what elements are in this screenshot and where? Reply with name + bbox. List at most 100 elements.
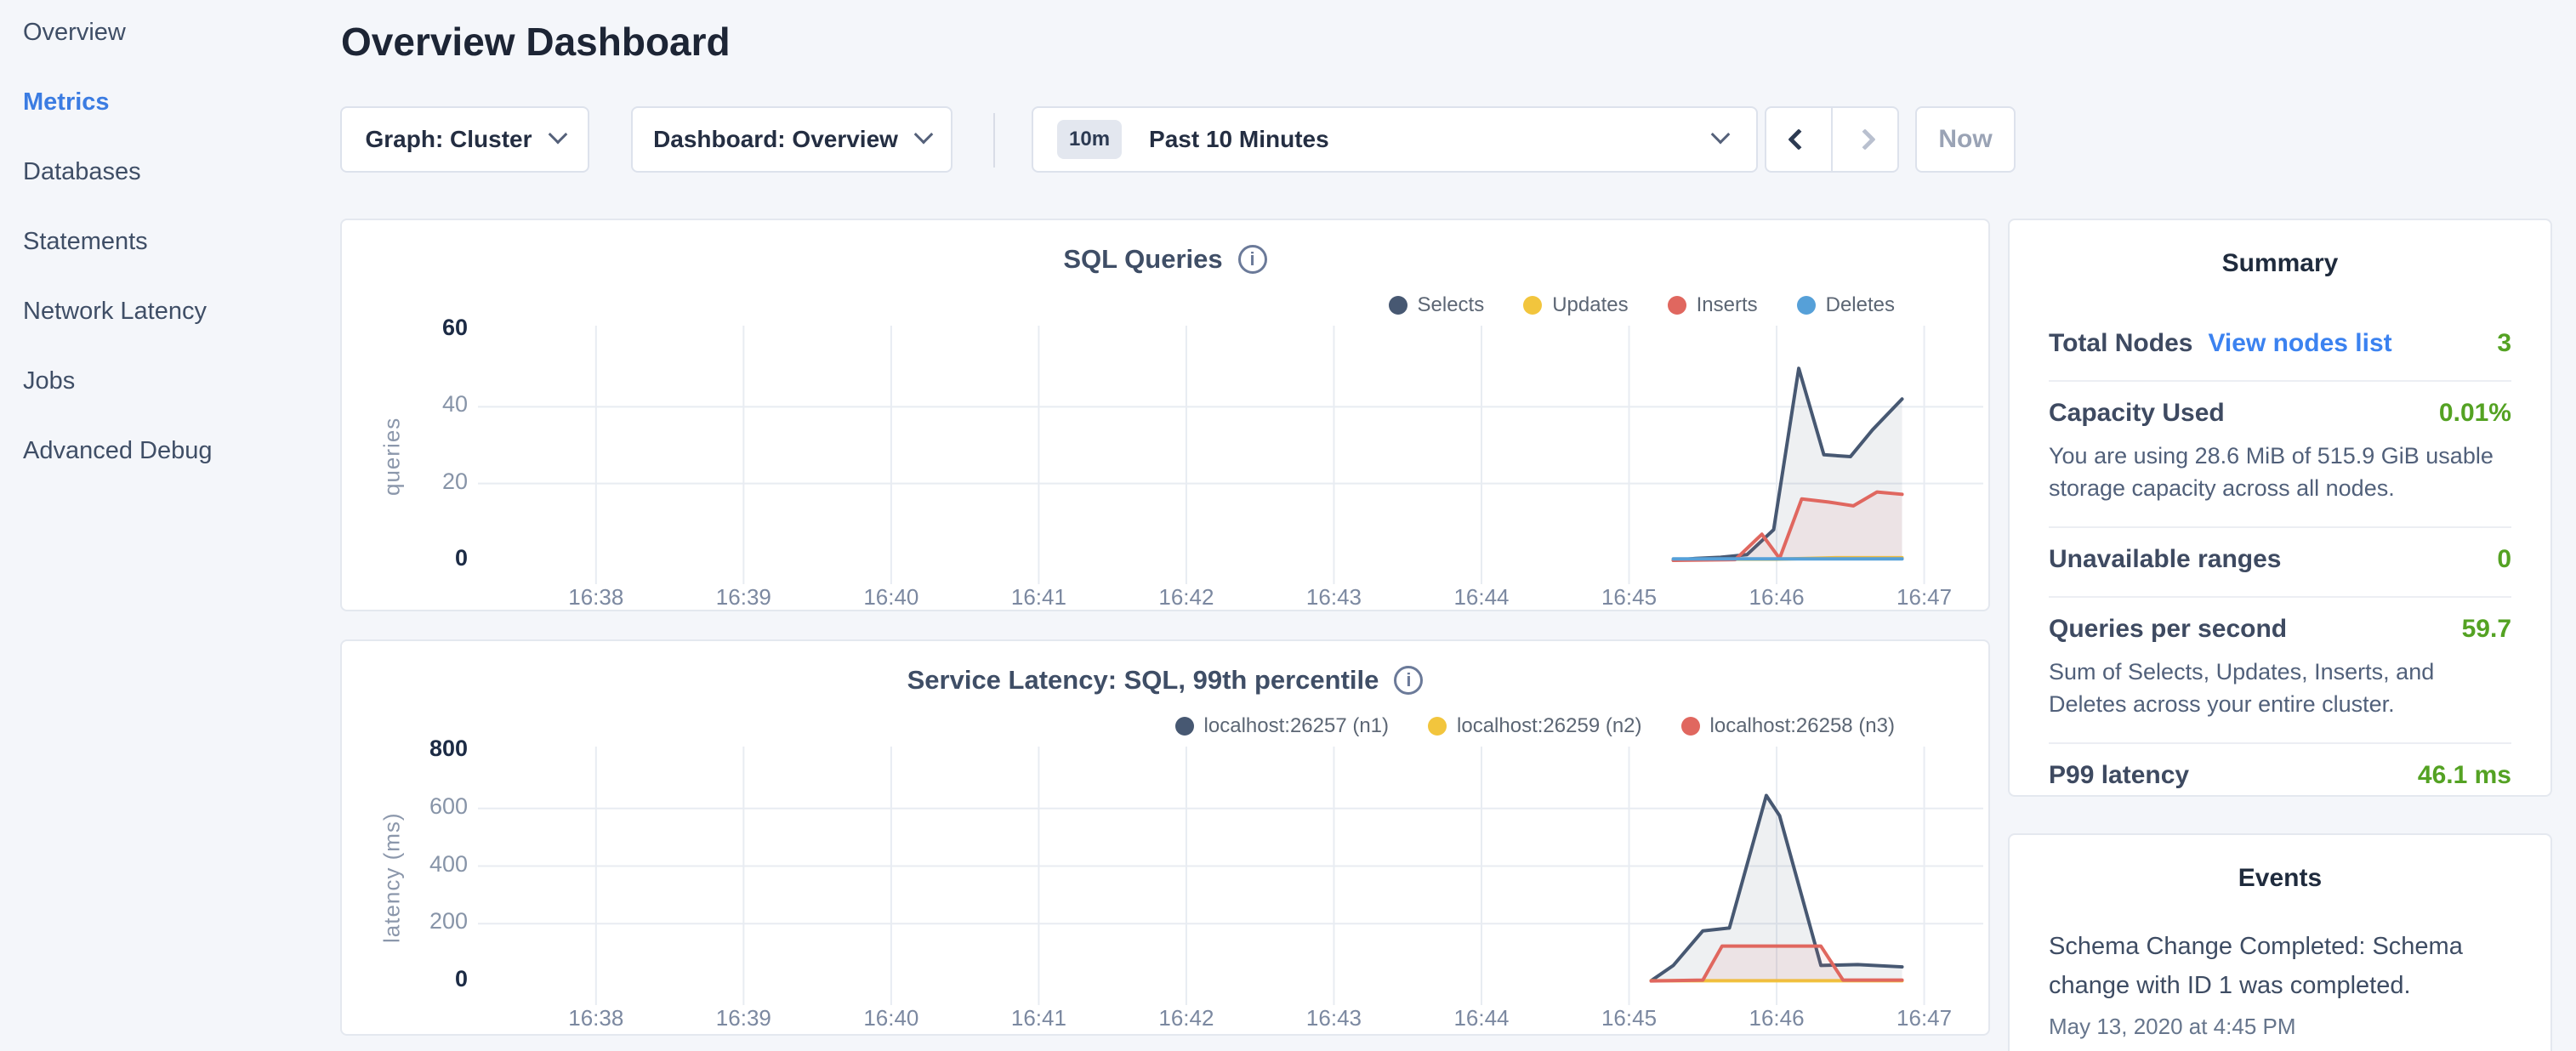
- info-icon[interactable]: i: [1238, 245, 1267, 274]
- summary-row-label: Total Nodes: [2049, 329, 2192, 358]
- chart-plot-area: [478, 743, 1983, 1012]
- legend-label: localhost:26259 (n2): [1457, 714, 1641, 738]
- time-range-badge: 10m: [1057, 120, 1122, 159]
- sidebar-item-overview[interactable]: Overview: [23, 19, 323, 88]
- x-axis-tick-label: 16:41: [979, 1005, 1098, 1031]
- chevron-right-icon: [1854, 128, 1875, 150]
- y-axis-tick-label: 400: [349, 851, 468, 878]
- events-title: Events: [2049, 864, 2511, 893]
- sidebar-item-metrics[interactable]: Metrics: [23, 88, 323, 158]
- chart-svg: [478, 743, 1983, 1012]
- chevron-left-icon: [1788, 128, 1809, 150]
- summary-row-value: 0.01%: [2439, 399, 2511, 428]
- time-range-dropdown[interactable]: 10m Past 10 Minutes: [1032, 106, 1758, 173]
- legend-label: Updates: [1552, 293, 1628, 317]
- legend-dot-icon: [1523, 296, 1542, 315]
- legend-label: localhost:26257 (n1): [1204, 714, 1389, 738]
- graph-scope-label: Graph: Cluster: [365, 126, 532, 153]
- sidebar-item-label: Jobs: [23, 367, 75, 395]
- legend-label: Deletes: [1826, 293, 1895, 317]
- view-nodes-list-link[interactable]: View nodes list: [2208, 329, 2391, 358]
- time-forward-button[interactable]: [1833, 108, 1897, 171]
- legend-dot-icon: [1389, 296, 1407, 315]
- chart-legend: localhost:26257 (n1) localhost:26259 (n2)…: [1175, 714, 1895, 738]
- summary-row-value: 3: [2497, 329, 2511, 358]
- summary-row: P99 latency46.1 ms: [2049, 742, 2511, 812]
- legend-item: Updates: [1523, 293, 1628, 317]
- legend-dot-icon: [1428, 717, 1447, 736]
- sidebar-item-jobs[interactable]: Jobs: [23, 367, 323, 437]
- legend-label: Inserts: [1697, 293, 1758, 317]
- legend-dot-icon: [1681, 717, 1700, 736]
- summary-row: Capacity Used0.01%You are using 28.6 MiB…: [2049, 380, 2511, 526]
- summary-row-label: P99 latency: [2049, 761, 2189, 790]
- chart-legend: Selects Updates Inserts Deletes: [1389, 293, 1896, 317]
- sidebar-item-label: Statements: [23, 228, 148, 256]
- summary-row-value: 0: [2497, 545, 2511, 574]
- time-back-button[interactable]: [1766, 108, 1833, 171]
- sidebar-item-statements[interactable]: Statements: [23, 228, 323, 298]
- y-axis-tick-label: 0: [349, 966, 468, 992]
- summary-row: Total Nodes View nodes list 3: [2049, 312, 2511, 380]
- y-axis-tick-label: 20: [349, 469, 468, 495]
- graph-scope-dropdown[interactable]: Graph: Cluster: [340, 106, 589, 173]
- x-axis-tick-label: 16:44: [1422, 1005, 1541, 1031]
- x-axis-tick-label: 16:39: [684, 584, 803, 611]
- sidebar-item-databases[interactable]: Databases: [23, 158, 323, 228]
- summary-panel: Summary Total Nodes View nodes list 3 Capac…: [2008, 219, 2552, 797]
- chart-plot-area: [478, 322, 1983, 591]
- now-button[interactable]: Now: [1915, 106, 2016, 173]
- dashboard-label: Dashboard: Overview: [653, 126, 898, 153]
- sidebar-item-network-latency[interactable]: Network Latency: [23, 298, 323, 367]
- chart-title: Service Latency: SQL, 99th percentile: [907, 665, 1379, 696]
- x-axis-tick-label: 16:40: [832, 1005, 951, 1031]
- summary-row: Queries per second59.7Sum of Selects, Up…: [2049, 596, 2511, 742]
- x-axis-tick-label: 16:45: [1570, 1005, 1689, 1031]
- summary-row-label: Unavailable ranges: [2049, 545, 2281, 574]
- sidebar-item-label: Advanced Debug: [23, 437, 213, 465]
- legend-item: localhost:26258 (n3): [1681, 714, 1895, 738]
- event-timestamp: May 13, 2020 at 4:45 PM: [2049, 1014, 2511, 1040]
- x-axis-tick-label: 16:38: [537, 1005, 656, 1031]
- service-latency-chart-card: Service Latency: SQL, 99th percentile i …: [340, 639, 1990, 1036]
- sidebar-item-label: Network Latency: [23, 298, 207, 326]
- time-range-label: Past 10 Minutes: [1149, 126, 1695, 153]
- events-panel: Events Schema Change Completed: Schema c…: [2008, 833, 2552, 1051]
- legend-item: Deletes: [1797, 293, 1895, 317]
- x-axis-tick-label: 16:46: [1717, 584, 1836, 611]
- y-axis-tick-label: 60: [349, 315, 468, 341]
- y-axis-tick-label: 600: [349, 793, 468, 820]
- legend-item: Inserts: [1668, 293, 1758, 317]
- legend-label: localhost:26258 (n3): [1710, 714, 1895, 738]
- summary-row: Unavailable ranges 0: [2049, 526, 2511, 596]
- x-axis-tick-label: 16:43: [1274, 584, 1393, 611]
- chart-svg: [478, 322, 1983, 591]
- x-axis-tick-label: 16:45: [1570, 584, 1689, 611]
- x-axis-tick-label: 16:43: [1274, 1005, 1393, 1031]
- x-axis-tick-label: 16:47: [1865, 1005, 1984, 1031]
- sidebar-item-label: Overview: [23, 19, 126, 47]
- x-axis-tick-label: 16:38: [537, 584, 656, 611]
- legend-item: localhost:26259 (n2): [1428, 714, 1641, 738]
- y-axis-tick-label: 40: [349, 391, 468, 418]
- x-axis-tick-label: 16:39: [684, 1005, 803, 1031]
- chevron-down-icon: [1711, 125, 1731, 145]
- event-text: Schema Change Completed: Schema change w…: [2049, 927, 2511, 1005]
- sidebar-item-label: Metrics: [23, 88, 110, 116]
- info-icon[interactable]: i: [1394, 666, 1423, 695]
- dashboard-dropdown[interactable]: Dashboard: Overview: [631, 106, 952, 173]
- x-axis-tick-label: 16:40: [832, 584, 951, 611]
- y-axis-tick-label: 0: [349, 545, 468, 571]
- legend-dot-icon: [1175, 717, 1194, 736]
- legend-dot-icon: [1668, 296, 1686, 315]
- x-axis-tick-label: 16:42: [1127, 1005, 1246, 1031]
- toolbar-divider: [993, 113, 995, 168]
- app-screen: Overview Metrics Databases Statements Networ…: [0, 0, 2576, 1051]
- x-axis-tick-label: 16:44: [1422, 584, 1541, 611]
- summary-title: Summary: [2049, 249, 2511, 278]
- chevron-down-icon: [914, 125, 934, 145]
- chevron-down-icon: [548, 125, 567, 145]
- legend-item: Selects: [1389, 293, 1485, 317]
- sidebar-item-advanced-debug[interactable]: Advanced Debug: [23, 437, 323, 507]
- sidebar-item-label: Databases: [23, 158, 141, 186]
